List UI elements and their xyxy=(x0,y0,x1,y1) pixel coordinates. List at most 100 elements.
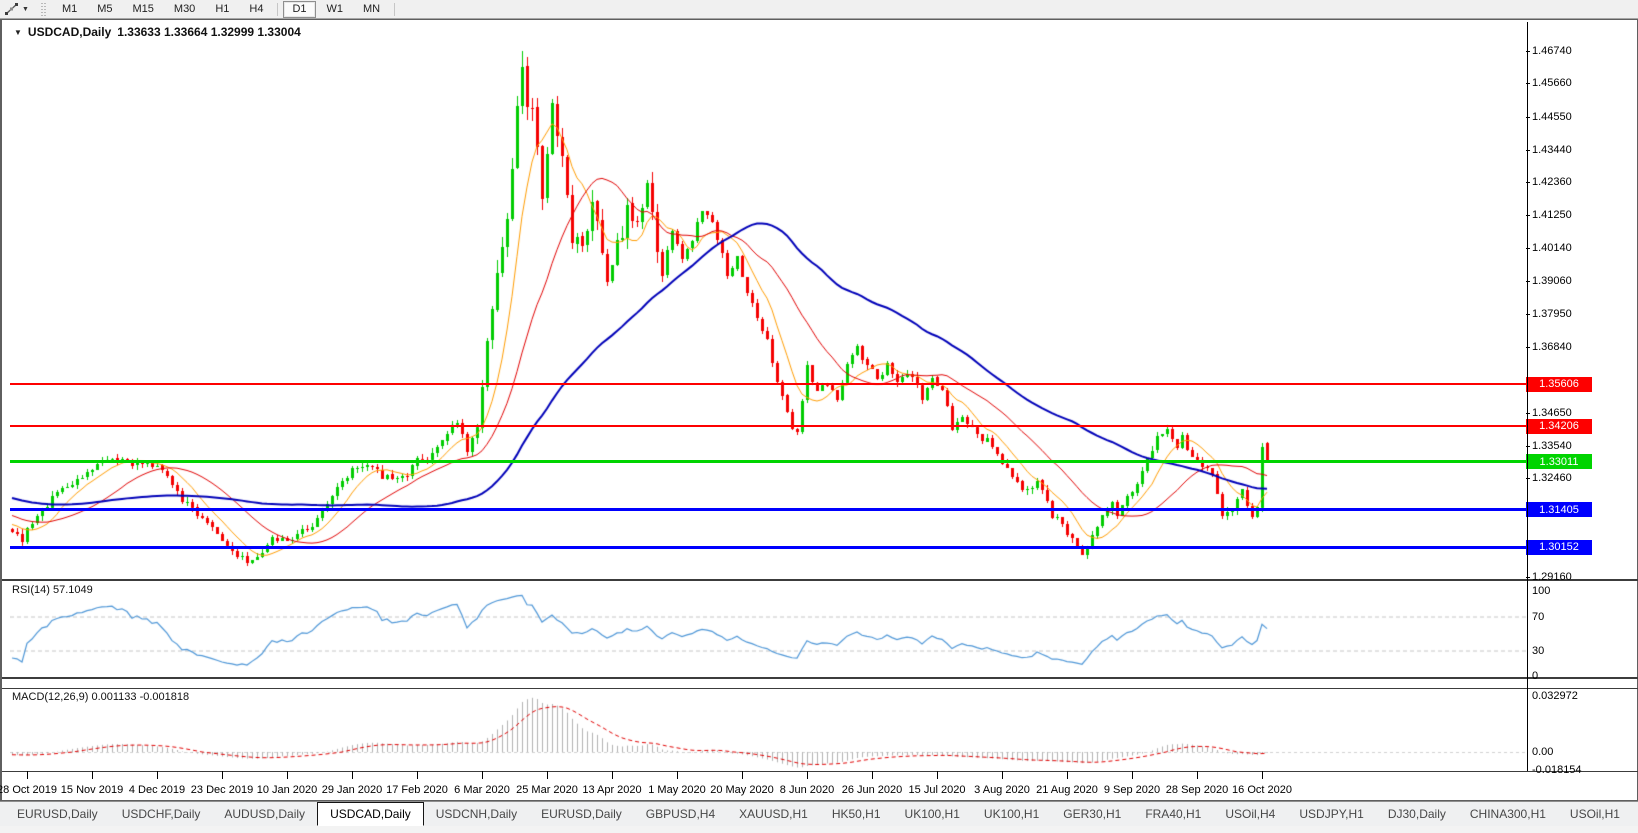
timeframe-button-d1[interactable]: D1 xyxy=(283,0,316,18)
chart-tab-dj30-15[interactable]: DJ30,Daily xyxy=(1376,802,1458,826)
date-axis-tickmark xyxy=(287,771,288,779)
chart-tab-hk50-8[interactable]: HK50,H1 xyxy=(820,802,893,826)
date-tick-label: 26 Jun 2020 xyxy=(841,784,903,796)
price-line-tag: 1.33011 xyxy=(1526,454,1592,470)
chart-tab-usdcad-3[interactable]: USDCAD,Daily xyxy=(317,802,424,826)
date-tick-label: 3 Aug 2020 xyxy=(974,784,1030,796)
chart-tab-audusd-2[interactable]: AUDUSD,Daily xyxy=(212,802,317,826)
price-tick-label: 1.45660 xyxy=(1532,77,1572,90)
pane-divider[interactable] xyxy=(2,579,1638,581)
timeframe-button-h1[interactable]: H1 xyxy=(206,1,238,18)
date-tick-label: 4 Dec 2019 xyxy=(128,784,186,796)
date-tick-label: 20 May 2020 xyxy=(710,784,774,796)
macd-axis-label: -0.018154 xyxy=(1532,764,1582,776)
date-tick-label: 16 Oct 2020 xyxy=(1232,784,1292,796)
timeframe-button-mn[interactable]: MN xyxy=(354,1,389,18)
chart-tab-uk100-9[interactable]: UK100,H1 xyxy=(893,802,972,826)
line-tool-dropdown-icon[interactable]: ▼ xyxy=(22,6,29,13)
price-tick-label: 1.29160 xyxy=(1532,571,1572,583)
timeframe-toolbar: ▼ M1 M5 M15 M30 H1 H4 D1 W1 MN xyxy=(0,0,1638,19)
timeframe-button-w1[interactable]: W1 xyxy=(318,1,353,18)
date-tick-label: 8 Jun 2020 xyxy=(779,784,835,796)
date-axis-tickmark xyxy=(742,771,743,779)
status-strip xyxy=(0,826,1638,833)
price-tick-label: 1.43440 xyxy=(1532,143,1572,156)
price-pane-canvas[interactable] xyxy=(10,22,1527,579)
price-axis-tickmark xyxy=(1526,412,1530,414)
macd-pane-canvas[interactable] xyxy=(10,689,1527,771)
price-tick-label: 1.37950 xyxy=(1532,308,1572,320)
date-tick-label: 15 Nov 2019 xyxy=(60,784,124,796)
date-axis-tickmark xyxy=(482,771,483,779)
rsi-axis-label: 100 xyxy=(1532,585,1551,597)
pane-divider[interactable] xyxy=(2,688,1638,689)
chart-tab-usdjpy-14[interactable]: USDJPY,H1 xyxy=(1287,802,1375,826)
chart-tab-ger30-11[interactable]: GER30,H1 xyxy=(1051,802,1133,826)
chart-tab-usdcnh-4[interactable]: USDCNH,Daily xyxy=(424,802,529,826)
pane-divider[interactable] xyxy=(2,771,1638,772)
price-axis-tickmark xyxy=(1526,314,1530,315)
mt4-terminal: ▼ M1 M5 M15 M30 H1 H4 D1 W1 MN 1.35606 1.34206 1.3… xyxy=(0,0,1638,833)
price-axis-tickmark xyxy=(1526,347,1530,349)
timeframe-buttons: M1 M5 M15 M30 H1 H4 D1 W1 MN xyxy=(52,0,399,18)
date-axis-tickmark xyxy=(1002,771,1003,779)
price-axis-tickmark xyxy=(1526,445,1530,447)
support-resistance-line[interactable] xyxy=(10,460,1527,464)
chart-tab-gbpusd-6[interactable]: GBPUSD,H4 xyxy=(634,802,727,826)
price-axis-tickmark xyxy=(1526,149,1530,151)
date-tick-label: 1 May 2020 xyxy=(648,784,706,796)
price-tick-label: 1.46740 xyxy=(1532,45,1572,57)
support-resistance-line[interactable] xyxy=(10,508,1527,512)
chart-tab-eurusd-0[interactable]: EURUSD,Daily xyxy=(5,802,110,826)
price-tick-label: 1.42360 xyxy=(1532,176,1572,189)
price-axis-tickmark xyxy=(1526,248,1530,250)
support-resistance-line[interactable] xyxy=(10,425,1527,428)
date-tick-label: 21 Aug 2020 xyxy=(1036,784,1098,796)
price-line-tag: 1.34206 xyxy=(1526,418,1592,434)
price-axis-line[interactable] xyxy=(1527,22,1528,771)
price-tick-label: 1.32460 xyxy=(1532,472,1572,485)
chart-tab-xauusd-7[interactable]: XAUUSD,H1 xyxy=(727,802,820,826)
price-line-tag: 1.35606 xyxy=(1526,376,1592,392)
collapse-arrow-icon[interactable]: ▼ xyxy=(14,28,22,37)
chart-tab-eurusd-5[interactable]: EURUSD,Daily xyxy=(529,802,634,826)
support-resistance-line[interactable] xyxy=(10,545,1527,549)
price-axis-tickmark xyxy=(1526,83,1530,85)
timeframe-button-m5[interactable]: M5 xyxy=(88,1,121,18)
price-tick-label: 1.40140 xyxy=(1532,242,1572,255)
chart-tab-usoil-13[interactable]: USOil,H4 xyxy=(1213,802,1287,826)
date-axis-tickmark xyxy=(1132,771,1133,779)
date-axis-tickmark xyxy=(677,771,678,779)
date-tick-label: 15 Jul 2020 xyxy=(908,784,966,796)
price-tick-label: 1.36840 xyxy=(1532,341,1572,354)
toolbar-grip-handle[interactable] xyxy=(40,2,46,16)
chart-tab-usdchf-1[interactable]: USDCHF,Daily xyxy=(110,802,213,826)
support-resistance-line[interactable] xyxy=(10,383,1527,386)
chart-tab-fra40-12[interactable]: FRA40,H1 xyxy=(1133,802,1213,826)
macd-axis-label: 0.00 xyxy=(1532,746,1554,758)
rsi-pane-canvas[interactable] xyxy=(10,582,1527,677)
timeframe-button-m15[interactable]: M15 xyxy=(124,1,163,18)
rsi-axis-label: 70 xyxy=(1532,610,1545,623)
date-tick-label: 17 Feb 2020 xyxy=(386,784,448,796)
timeframe-button-h4[interactable]: H4 xyxy=(240,1,272,18)
timeframe-button-m30[interactable]: M30 xyxy=(165,1,204,18)
price-axis-tickmark xyxy=(1526,280,1530,282)
price-tick-label: 1.34650 xyxy=(1532,406,1572,419)
chart-tab-china300-16[interactable]: CHINA300,H1 xyxy=(1458,802,1558,826)
chart-tab-usoil-17[interactable]: USOil,H1 xyxy=(1558,802,1632,826)
price-axis-tickmark xyxy=(1526,577,1530,578)
date-axis-tickmark xyxy=(612,771,613,779)
rsi-label: RSI(14) 57.1049 xyxy=(12,584,93,596)
rsi-axis-label: 30 xyxy=(1532,644,1545,657)
date-axis-tickmark xyxy=(417,771,418,779)
chart-window: 1.35606 1.34206 1.33011 1.31405 1.30152 ▼ US… xyxy=(0,19,1638,801)
date-tick-label: 29 Jan 2020 xyxy=(321,784,383,796)
pane-divider[interactable] xyxy=(2,677,1638,679)
timeframe-button-m1[interactable]: M1 xyxy=(53,1,86,18)
date-tick-label: 28 Sep 2020 xyxy=(1165,784,1229,796)
chart-tab-uk100-10[interactable]: UK100,H1 xyxy=(972,802,1051,826)
line-studies-icon[interactable] xyxy=(4,2,19,16)
price-line-tag: 1.31405 xyxy=(1526,502,1592,518)
date-axis-tickmark xyxy=(352,771,353,779)
